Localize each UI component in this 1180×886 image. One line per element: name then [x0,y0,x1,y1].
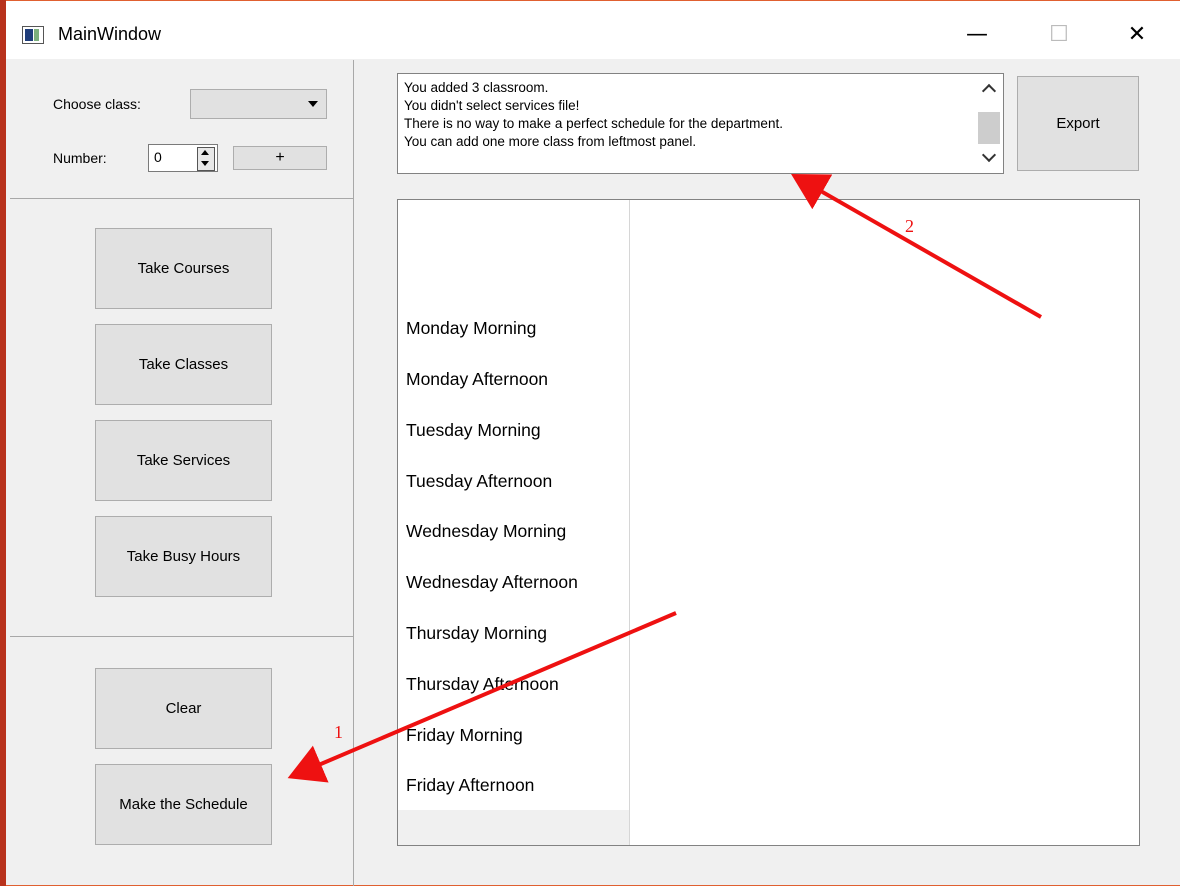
title-bar [6,1,1180,59]
schedule-table[interactable]: Monday Morning Monday Afternoon Tuesday … [397,199,1140,846]
left-panel-separator-top [10,198,353,199]
spin-down-icon[interactable] [201,161,209,166]
make-schedule-button[interactable]: Make the Schedule [95,764,272,845]
annotation-label-1: 1 [334,722,343,742]
row-header[interactable]: Monday Morning [406,318,536,339]
take-busy-hours-button[interactable]: Take Busy Hours [95,516,272,597]
row-header-column: Monday Morning Monday Afternoon Tuesday … [398,200,630,845]
take-courses-button[interactable]: Take Courses [95,228,272,309]
export-button[interactable]: Export [1017,76,1139,171]
number-spinbox[interactable]: 0 [148,144,218,172]
row-header-filler [398,810,629,845]
row-header[interactable]: Monday Afternoon [406,369,548,390]
chevron-down-icon [308,101,318,107]
row-header[interactable]: Friday Afternoon [406,775,534,796]
left-panel-divider [353,60,354,886]
left-panel-separator-bottom [10,636,353,637]
row-header[interactable]: Wednesday Afternoon [406,572,578,593]
row-header[interactable]: Tuesday Afternoon [406,471,552,492]
row-header[interactable]: Wednesday Morning [406,521,566,542]
maximize-button[interactable]: ☐ [1034,14,1084,54]
scroll-up-icon[interactable] [981,83,997,99]
message-line: You can add one more class from leftmost… [404,134,697,149]
scroll-thumb[interactable] [978,112,1000,144]
message-line: You added 3 classroom. [404,80,549,95]
close-button[interactable]: ✕ [1112,14,1162,54]
number-value: 0 [154,149,162,165]
app-icon [22,26,44,44]
message-line: You didn't select services file! [404,98,580,113]
message-scrollbar[interactable] [975,74,1003,173]
take-services-button[interactable]: Take Services [95,420,272,501]
spin-up-icon[interactable] [201,150,209,155]
row-header[interactable]: Tuesday Morning [406,420,541,441]
clear-button[interactable]: Clear [95,668,272,749]
row-header[interactable]: Thursday Morning [406,623,547,644]
add-class-button[interactable]: + [233,146,327,170]
message-line: There is no way to make a perfect schedu… [404,116,783,131]
number-label: Number: [53,150,107,166]
row-header[interactable]: Friday Morning [406,725,523,746]
choose-class-dropdown[interactable] [190,89,327,119]
message-log[interactable]: You added 3 classroom. You didn't select… [397,73,1004,174]
window-title: MainWindow [58,24,162,44]
scroll-down-icon[interactable] [981,147,997,163]
choose-class-label: Choose class: [53,96,141,112]
minimize-button[interactable]: — [952,14,1002,54]
row-header[interactable]: Thursday Afternoon [406,674,559,695]
take-classes-button[interactable]: Take Classes [95,324,272,405]
spin-buttons[interactable] [197,147,215,171]
window-border-left [0,0,6,886]
